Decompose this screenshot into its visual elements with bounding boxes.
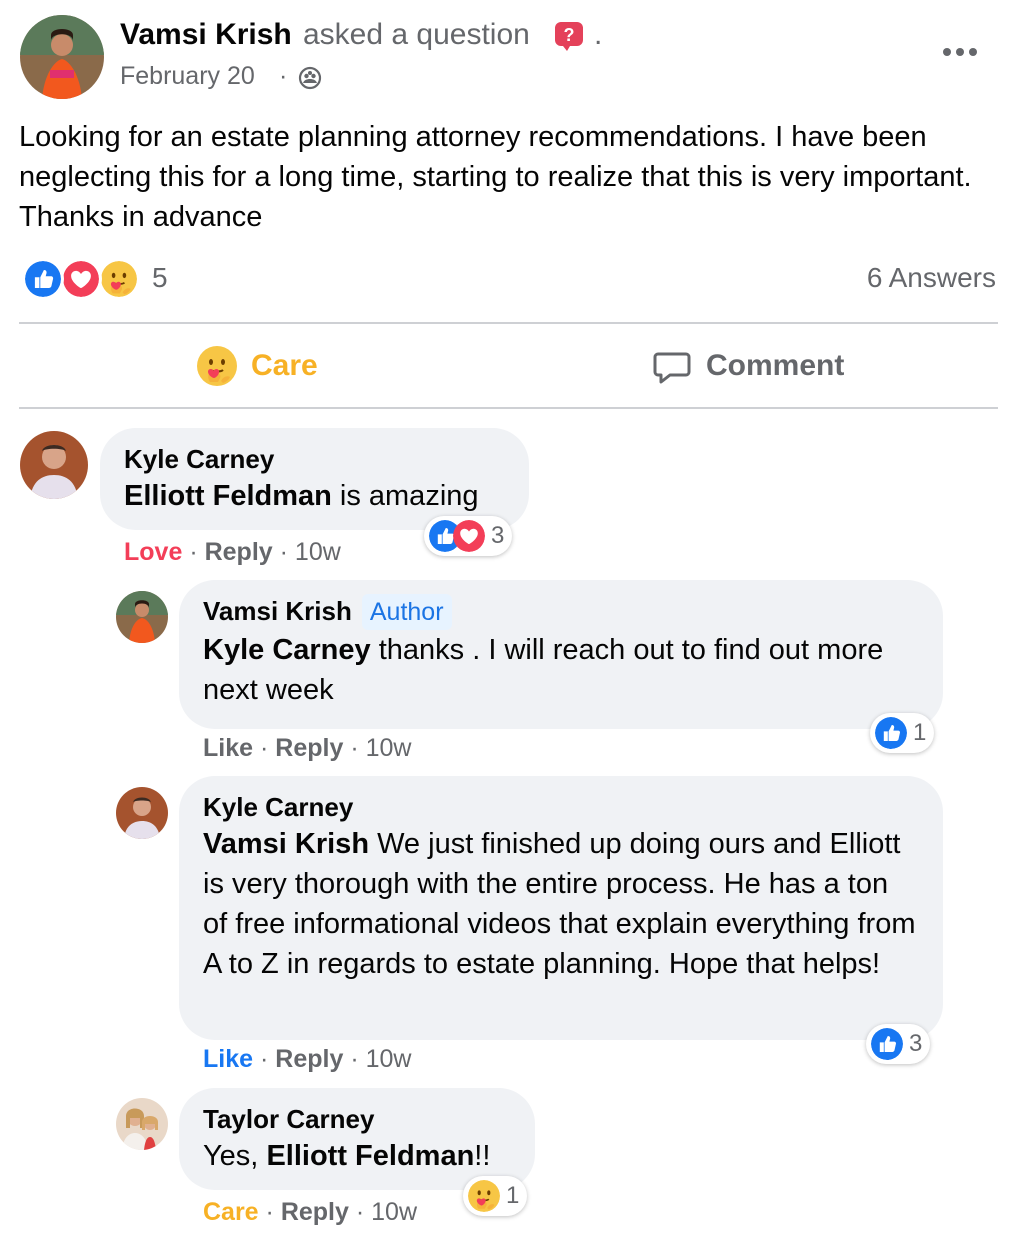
care-icon [197,346,237,386]
meta-separator: · [355,1198,365,1226]
comment-bubble: Kyle Carney Elliott Feldman is amazing [100,428,529,530]
meta-separator: · [265,1198,274,1226]
author-badge: Author [361,594,452,630]
more-options-icon[interactable] [940,44,980,60]
like-icon [871,1028,903,1060]
comment-reactions-badge[interactable]: 3 [424,516,513,556]
comment-author-name[interactable]: Taylor Carney [203,1102,511,1136]
comment-meta: Like · Reply · 10w [203,1045,411,1074]
comment-reactions-badge[interactable]: 1 [463,1176,528,1216]
comment-meta: Care · Reply · 10w [203,1198,417,1227]
comment-reactions-badge[interactable]: 3 [866,1024,931,1064]
date-separator: · [279,62,288,90]
care-icon [468,1180,500,1212]
care-button[interactable]: Care [197,336,318,396]
comment-text-body: !! [474,1140,491,1172]
reply-author-name[interactable]: Vamsi Krish [203,596,352,626]
comment-author-name[interactable]: Kyle Carney [124,442,505,476]
mention-link[interactable]: Elliott Feldman [124,480,332,512]
love-reaction-link[interactable]: Love [124,538,182,566]
comment-meta: Love · Reply · 10w [124,538,341,567]
comment-bubble: Kyle Carney Vamsi Krish We just finished… [179,776,943,1040]
meta-separator: · [259,1045,269,1073]
comment-reactions-badge[interactable]: 1 [870,713,935,753]
reply-link[interactable]: Reply [281,1198,349,1226]
meta-separator: · [259,734,269,762]
divider [19,407,998,409]
comment-reactions-count: 3 [491,522,505,549]
post-reactions-summary[interactable] [22,258,152,300]
divider [19,322,998,324]
question-icon: ? [554,21,584,51]
comment-timestamp[interactable]: 10w [366,1045,412,1073]
comment-bubble: Taylor Carney Yes, Elliott Feldman!! [179,1088,535,1190]
meta-separator: · [279,538,288,566]
commenter-avatar[interactable] [20,431,88,499]
comment-author-name: Vamsi Krish Author [203,594,919,630]
care-button-label: Care [251,349,318,382]
love-icon [453,520,485,552]
comment-icon [653,352,691,384]
post-reactions-count[interactable]: 5 [152,262,168,294]
like-icon [22,258,64,300]
post-date[interactable]: February 20 [120,62,255,91]
comment-bubble: Vamsi Krish Author Kyle Carney thanks . I… [179,580,943,729]
comment-button[interactable]: Comment [652,336,844,396]
commenter-avatar[interactable] [116,591,168,643]
post-author-name[interactable]: Vamsi Krish [120,18,292,52]
meta-separator: · [189,538,198,566]
post-body-text: Looking for an estate planning attorney … [19,121,972,233]
comment-reactions-count: 1 [506,1182,520,1209]
commenter-avatar[interactable] [116,1098,168,1150]
reply-link[interactable]: Reply [275,1045,343,1073]
group-audience-icon[interactable] [298,66,322,90]
comment-timestamp[interactable]: 10w [371,1198,417,1226]
mention-link[interactable]: Elliott Feldman [266,1140,474,1172]
comment-text: Elliott Feldman is amazing [124,476,505,516]
post-author-avatar[interactable] [20,15,104,99]
care-reaction-link[interactable]: Care [203,1198,259,1226]
svg-text:?: ? [564,25,575,45]
like-link[interactable]: Like [203,734,253,762]
mention-link[interactable]: Kyle Carney [203,634,371,666]
comment-text: Kyle Carney thanks . I will reach out to… [203,630,919,710]
header-trailing-dot: . [594,18,603,51]
comment-text: Yes, Elliott Feldman!! [203,1136,511,1176]
comment-reactions-count: 3 [909,1030,923,1057]
reply-link[interactable]: Reply [205,538,273,566]
comment-timestamp[interactable]: 10w [295,538,341,566]
comment-button-label: Comment [706,349,845,382]
like-link[interactable]: Like [203,1045,253,1073]
like-icon [875,717,907,749]
love-icon [60,258,102,300]
meta-separator: · [350,1045,359,1073]
answers-count-link[interactable]: 6 Answers [867,262,996,294]
comment-text-body: is amazing [331,480,479,512]
reply-link[interactable]: Reply [275,734,343,762]
comment-text: Vamsi Krish We just finished up doing ou… [203,824,919,984]
post-action-text: asked a question [303,18,530,51]
comment-text-body: Yes, [203,1140,267,1172]
meta-separator: · [350,734,359,762]
comment-meta: Like · Reply · 10w [203,734,411,763]
comment-timestamp[interactable]: 10w [366,734,412,762]
mention-link[interactable]: Vamsi Krish [203,828,369,860]
commenter-avatar[interactable] [116,787,168,839]
comment-reactions-count: 1 [913,719,927,746]
comment-author-name[interactable]: Kyle Carney [203,790,919,824]
care-icon [98,258,140,300]
